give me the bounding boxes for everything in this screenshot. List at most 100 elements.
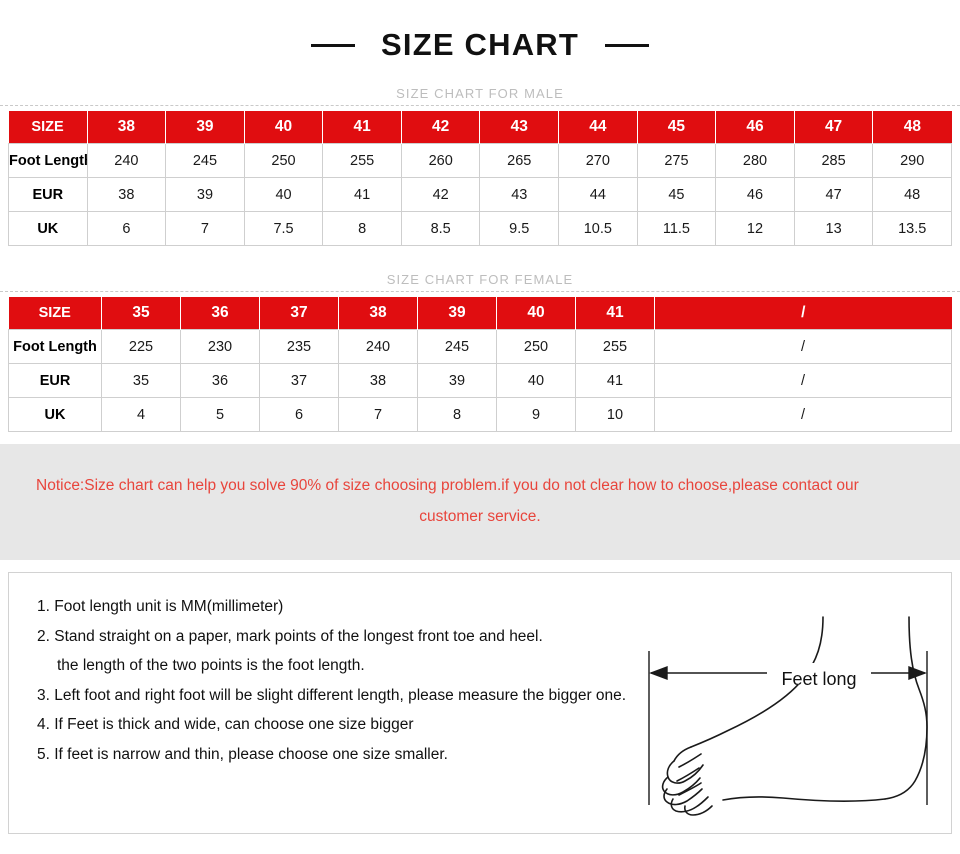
female-row-label-foot-length: Foot Length [8, 329, 102, 364]
male-header-col-39: 39 [165, 111, 245, 144]
notice-banner: Notice:Size chart can help you solve 90%… [0, 444, 960, 560]
male-uk-39: 7 [165, 211, 245, 246]
notice-line-2: customer service. [419, 508, 541, 525]
male-uk-48: 13.5 [872, 211, 952, 246]
female-footlength-38: 240 [338, 329, 418, 364]
male-row-label-eur: EUR [8, 177, 88, 212]
male-header-size: SIZE [8, 111, 88, 144]
instructions-list: 1. Foot length unit is MM(millimeter) 2.… [9, 573, 649, 762]
foot-side-view-diagram: Feet long [627, 609, 943, 825]
female-header-col-40: 40 [496, 297, 576, 330]
title-left-dash-icon [311, 43, 355, 47]
male-uk-47: 13 [793, 211, 874, 246]
female-footlength-40: 250 [496, 329, 576, 364]
list-item: the length of the two points is the foot… [57, 657, 365, 674]
male-header-col-43: 43 [479, 111, 560, 144]
male-header-col-48: 48 [872, 111, 952, 144]
female-eur-39: 39 [417, 363, 497, 398]
male-footlength-38: 240 [86, 143, 167, 178]
male-uk-40: 7.5 [243, 211, 324, 246]
male-table-header-row: SIZE 38 39 40 41 42 43 44 45 46 47 48 [8, 111, 952, 144]
table-row: UK 6 7 7.5 8 8.5 9.5 10.5 11.5 12 13 13.… [8, 211, 952, 246]
page-title-row: SIZE CHART [0, 0, 960, 86]
list-item: 2. Stand straight on a paper, mark point… [37, 627, 543, 645]
male-eur-44: 44 [558, 177, 638, 212]
female-eur-empty: / [654, 363, 952, 398]
male-size-table: SIZE 38 39 40 41 42 43 44 45 46 47 48 Fo… [8, 111, 952, 246]
male-uk-42: 8.5 [400, 211, 481, 246]
male-uk-43: 9.5 [479, 211, 560, 246]
feet-long-label: Feet long [781, 669, 856, 689]
male-footlength-48: 290 [872, 143, 952, 178]
male-table-wrap: SIZE 38 39 40 41 42 43 44 45 46 47 48 Fo… [0, 111, 960, 246]
female-header-col-41: 41 [575, 297, 655, 330]
male-header-col-38: 38 [86, 111, 167, 144]
male-footlength-43: 265 [479, 143, 560, 178]
female-section-divider [0, 291, 960, 292]
female-table-header-row: SIZE 35 36 37 38 39 40 41 / [8, 297, 952, 330]
male-eur-45: 45 [636, 177, 717, 212]
male-eur-38: 38 [86, 177, 167, 212]
list-item: 3. Left foot and right foot will be slig… [37, 686, 627, 704]
male-footlength-44: 270 [558, 143, 638, 178]
female-header-col-39: 39 [417, 297, 497, 330]
female-uk-40: 9 [496, 397, 576, 432]
male-row-label-foot-length: Foot Length [8, 143, 88, 178]
male-header-col-42: 42 [400, 111, 481, 144]
table-row: EUR 38 39 40 41 42 43 44 45 46 47 48 [8, 177, 952, 212]
male-eur-43: 43 [479, 177, 560, 212]
female-header-size: SIZE [8, 297, 102, 330]
female-row-label-uk: UK [8, 397, 102, 432]
male-header-col-46: 46 [715, 111, 795, 144]
female-uk-36: 5 [180, 397, 260, 432]
female-row-label-eur: EUR [8, 363, 102, 398]
male-header-col-47: 47 [793, 111, 874, 144]
female-uk-35: 4 [101, 397, 181, 432]
male-footlength-39: 245 [165, 143, 245, 178]
male-header-col-40: 40 [243, 111, 324, 144]
table-row: UK 4 5 6 7 8 9 10 / [8, 397, 952, 432]
female-uk-38: 7 [338, 397, 418, 432]
size-chart-page: SIZE CHART SIZE CHART FOR MALE SIZE 38 3… [0, 0, 960, 854]
male-eur-41: 41 [322, 177, 402, 212]
male-section-caption: SIZE CHART FOR MALE [396, 86, 564, 101]
female-header-col-empty: / [654, 297, 952, 330]
male-eur-39: 39 [165, 177, 245, 212]
title-right-dash-icon [605, 43, 649, 47]
list-item: 4. If Feet is thick and wide, can choose… [37, 716, 414, 733]
instructions-panel: 1. Foot length unit is MM(millimeter) 2.… [8, 572, 952, 834]
male-eur-40: 40 [243, 177, 324, 212]
female-header-col-37: 37 [259, 297, 339, 330]
male-footlength-47: 285 [793, 143, 874, 178]
female-footlength-empty: / [654, 329, 952, 364]
male-row-label-uk: UK [8, 211, 88, 246]
female-uk-37: 6 [259, 397, 339, 432]
female-size-table: SIZE 35 36 37 38 39 40 41 / Foot Length … [8, 297, 952, 432]
male-footlength-45: 275 [636, 143, 717, 178]
notice-line-1: Notice:Size chart can help you solve 90%… [36, 477, 859, 494]
male-female-spacer [0, 246, 960, 272]
female-uk-39: 8 [417, 397, 497, 432]
male-uk-44: 10.5 [558, 211, 638, 246]
female-header-col-35: 35 [101, 297, 181, 330]
table-row: Foot Length 225 230 235 240 245 250 255 … [8, 329, 952, 364]
male-eur-48: 48 [872, 177, 952, 212]
female-uk-41: 10 [575, 397, 655, 432]
female-eur-38: 38 [338, 363, 418, 398]
male-header-col-44: 44 [558, 111, 638, 144]
male-section-divider [0, 105, 960, 106]
female-header-col-36: 36 [180, 297, 260, 330]
female-eur-36: 36 [180, 363, 260, 398]
male-uk-45: 11.5 [636, 211, 717, 246]
female-eur-40: 40 [496, 363, 576, 398]
female-eur-41: 41 [575, 363, 655, 398]
female-footlength-39: 245 [417, 329, 497, 364]
female-footlength-37: 235 [259, 329, 339, 364]
female-section-caption: SIZE CHART FOR FEMALE [386, 272, 574, 287]
page-title: SIZE CHART [381, 27, 579, 62]
male-uk-46: 12 [715, 211, 795, 246]
female-eur-35: 35 [101, 363, 181, 398]
female-eur-37: 37 [259, 363, 339, 398]
male-eur-42: 42 [400, 177, 481, 212]
male-footlength-41: 255 [322, 143, 402, 178]
